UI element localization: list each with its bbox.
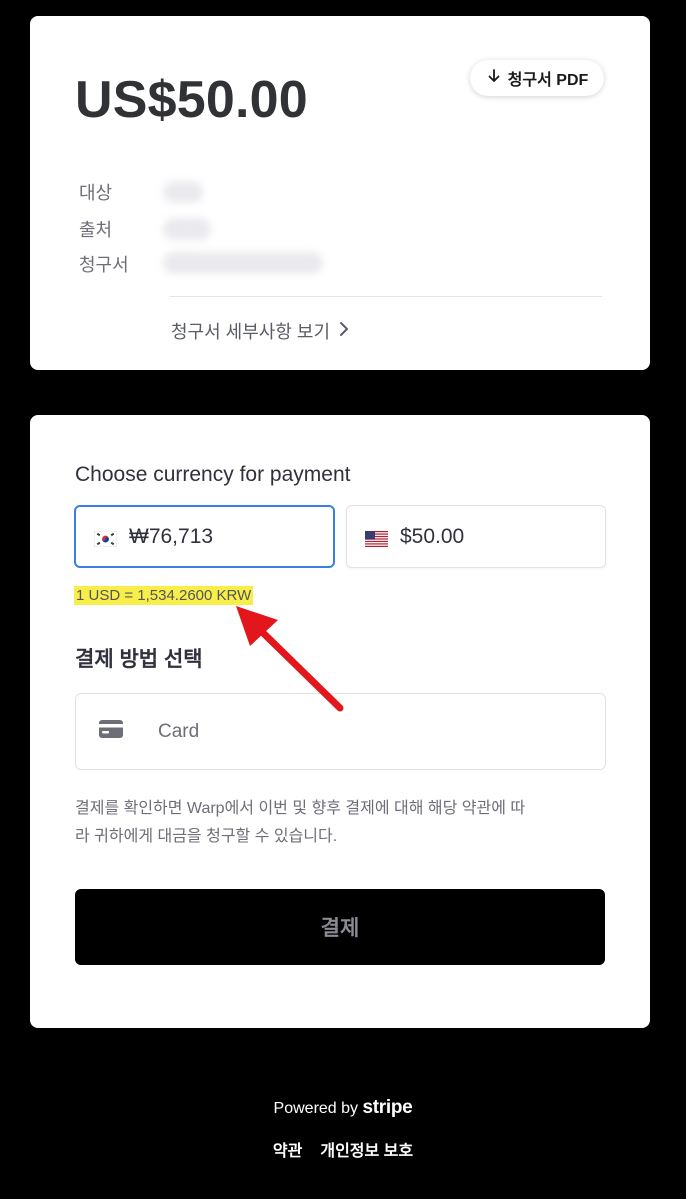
stripe-logo: stripe — [362, 1097, 413, 1118]
footer-links: 약관 개인정보 보호 — [0, 1137, 686, 1161]
powered-by-stripe[interactable]: Powered by stripe — [0, 1097, 686, 1119]
download-arrow-icon — [486, 68, 502, 89]
terms-link[interactable]: 약관 — [273, 1137, 302, 1161]
details-link-label: 청구서 세부사항 보기 — [171, 322, 331, 342]
meta-value-invoice-redacted — [163, 252, 323, 274]
annotation-arrow-icon — [236, 606, 344, 712]
checkout-page: US$50.00 청구서 PDF 대상 출처 청구서 청구서 세부사항 보기 C… — [0, 0, 686, 1199]
powered-by-text: Powered by — [273, 1100, 359, 1117]
pay-button[interactable]: 결제 — [75, 889, 605, 965]
meta-label-invoice: 청구서 — [79, 255, 129, 275]
invoice-summary-card: US$50.00 청구서 PDF 대상 출처 청구서 청구서 세부사항 보기 — [30, 16, 650, 370]
currency-option-krw[interactable]: ₩76,713 — [74, 505, 335, 568]
meta-label-to: 대상 — [79, 183, 113, 203]
invoice-amount: US$50.00 — [75, 71, 308, 129]
terms-line-1: 결제를 확인하면 Warp에서 이번 및 향후 결제에 대해 해당 약관에 따 — [75, 800, 526, 817]
currency-section-title: Choose currency for payment — [75, 463, 351, 486]
view-invoice-details-link[interactable]: 청구서 세부사항 보기 — [171, 318, 350, 344]
download-invoice-pdf-button[interactable]: 청구서 PDF — [470, 60, 604, 96]
terms-line-2: 라 귀하에게 대금을 청구할 수 있습니다. — [75, 828, 338, 845]
us-flag-icon — [365, 529, 388, 547]
divider — [170, 296, 602, 297]
meta-label-from: 출처 — [79, 220, 113, 240]
payment-card: Choose currency for payment ₩76,713 $50.… — [30, 415, 650, 1028]
meta-value-from-redacted — [163, 218, 211, 240]
terms-text: 결제를 확인하면 Warp에서 이번 및 향후 결제에 대해 해당 약관에 따 … — [75, 795, 605, 851]
pdf-button-label: 청구서 PDF — [507, 72, 589, 89]
privacy-link[interactable]: 개인정보 보호 — [320, 1137, 413, 1161]
card-method-label: Card — [158, 720, 200, 742]
krw-amount: ₩76,713 — [129, 524, 214, 548]
meta-value-to-redacted — [163, 181, 203, 203]
chevron-right-icon — [338, 321, 350, 342]
kr-flag-icon — [93, 529, 118, 547]
usd-amount: $50.00 — [400, 524, 465, 548]
currency-option-usd[interactable]: $50.00 — [346, 505, 606, 568]
payment-method-title: 결제 방법 선택 — [75, 648, 203, 671]
credit-card-icon — [76, 719, 124, 744]
